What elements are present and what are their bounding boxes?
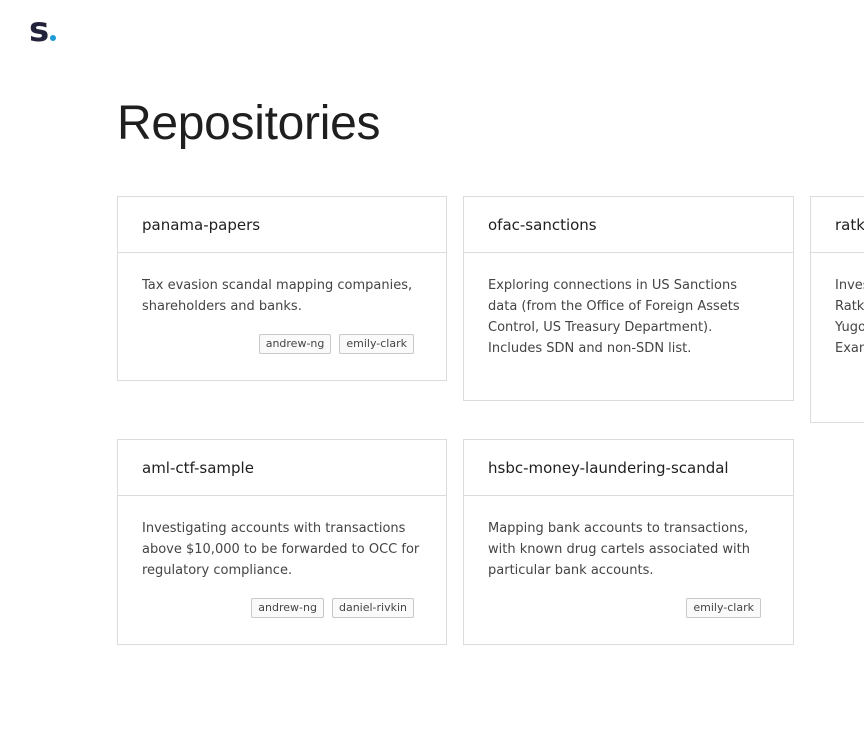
repo-card-tags: andrew-ng daniel-rivkin bbox=[251, 598, 414, 618]
repo-card-title[interactable]: hsbc-money-laundering-scandal bbox=[464, 440, 793, 496]
page-title: Repositories bbox=[117, 97, 381, 150]
repo-card-description: Mapping bank accounts to transactions, w… bbox=[488, 521, 750, 578]
logo-dot bbox=[50, 35, 57, 41]
repo-card-tags: andrew-ng emily-clark bbox=[258, 334, 414, 354]
repo-card-ratko[interactable]: ratko Inves Ratko Yugo Exam bbox=[810, 196, 864, 423]
repo-card-aml-ctf-sample[interactable]: aml-ctf-sample Investigating accounts wi… bbox=[117, 439, 447, 645]
repo-card-description: Tax evasion scandal mapping companies, s… bbox=[142, 278, 413, 314]
repo-card-description: Investigating accounts with transactions… bbox=[142, 521, 420, 578]
repo-card-tags: emily-clark bbox=[686, 598, 761, 618]
user-tag[interactable]: emily-clark bbox=[686, 598, 761, 618]
logo-letter: s bbox=[29, 10, 49, 50]
repo-card-title[interactable]: ratko bbox=[811, 197, 864, 253]
user-tag[interactable]: daniel-rivkin bbox=[331, 598, 414, 618]
user-tag[interactable]: andrew-ng bbox=[251, 598, 324, 618]
repo-card-ofac-sanctions[interactable]: ofac-sanctions Exploring connections in … bbox=[463, 196, 794, 401]
repo-card-title[interactable]: ofac-sanctions bbox=[464, 197, 793, 253]
user-tag[interactable]: emily-clark bbox=[339, 334, 414, 354]
repo-card-panama-papers[interactable]: panama-papers Tax evasion scandal mappin… bbox=[117, 196, 447, 381]
repo-card-title[interactable]: panama-papers bbox=[118, 197, 446, 253]
user-tag[interactable]: andrew-ng bbox=[258, 334, 332, 354]
repo-card-description: Inves Ratko Yugo Exam bbox=[835, 278, 864, 356]
repo-card-title[interactable]: aml-ctf-sample bbox=[118, 440, 446, 496]
repo-card-description: Exploring connections in US Sanctions da… bbox=[488, 278, 740, 356]
brand-logo[interactable]: s bbox=[29, 10, 57, 50]
repo-card-hsbc-money-laundering-scandal[interactable]: hsbc-money-laundering-scandal Mapping ba… bbox=[463, 439, 794, 645]
